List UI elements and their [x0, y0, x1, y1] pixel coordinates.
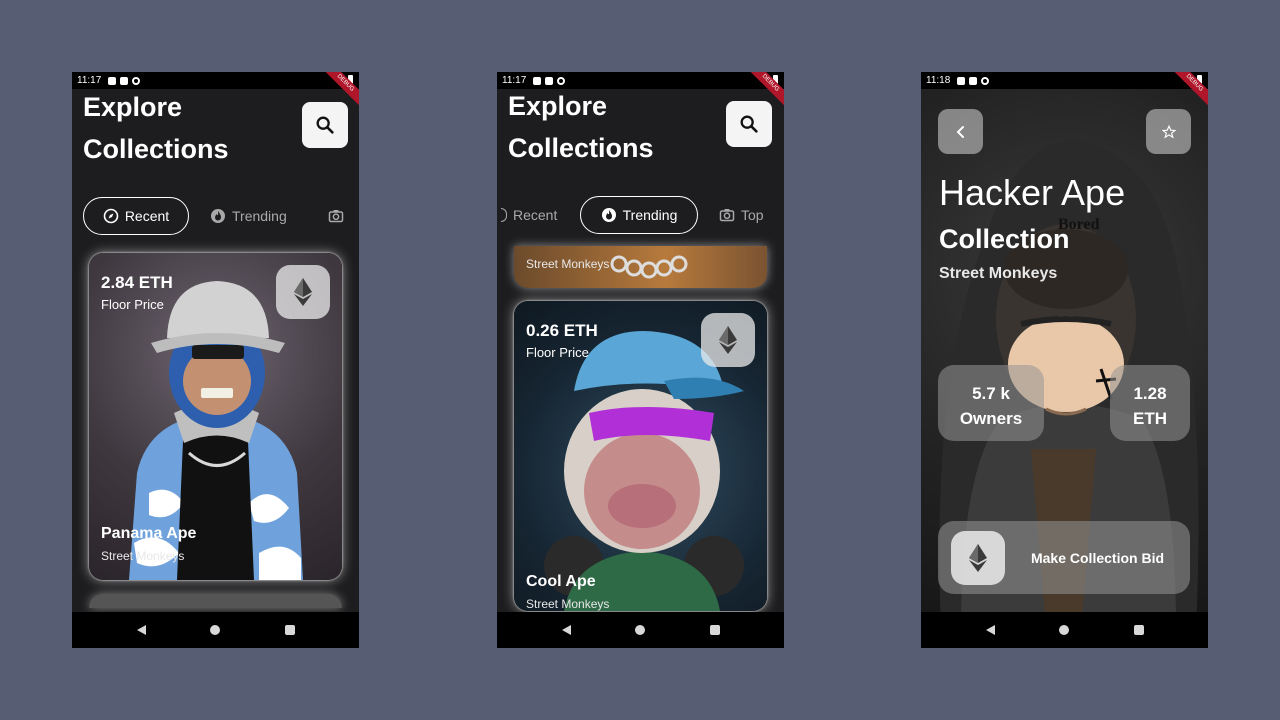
status-bar: 11:17	[497, 72, 784, 89]
floor-price-value: 0.26 ETH	[526, 321, 598, 340]
floor-price-label: Floor Price	[101, 297, 164, 312]
back-button[interactable]	[938, 109, 983, 154]
sync-icon	[981, 76, 990, 85]
page-title: Explore Collections	[508, 91, 654, 163]
owners-value: 5.7 k	[972, 384, 1010, 403]
sync-icon	[557, 76, 566, 85]
nav-back-icon[interactable]	[985, 625, 995, 635]
category-tabs: Recent Trending Top	[497, 195, 784, 235]
owners-label: Owners	[959, 409, 1023, 428]
search-icon	[740, 115, 758, 133]
make-bid-label: Make Collection Bid	[1030, 549, 1165, 566]
tab-top[interactable]: Top	[719, 196, 764, 234]
settings-icon	[957, 76, 966, 85]
floor-value: 1.28	[1133, 384, 1167, 403]
floor-price-value: 2.84 ETH	[101, 273, 173, 292]
phone-screen-recent: 11:17 DEBUG Explore Collections Recent T…	[72, 72, 359, 648]
floor-price-label: Floor Price	[526, 345, 589, 360]
detail-title: Hacker Ape	[939, 172, 1126, 213]
camera-icon	[719, 209, 735, 222]
nft-name: Cool Ape	[526, 573, 596, 590]
ethereum-icon	[719, 326, 737, 354]
android-nav-bar	[921, 612, 1208, 648]
status-time: 11:17	[77, 75, 102, 86]
tab-top[interactable]	[328, 197, 344, 235]
nav-home-icon[interactable]	[210, 625, 220, 635]
page-title: Explore Collections	[83, 92, 229, 164]
nft-collection: Street Monkeys	[101, 549, 185, 563]
search-button[interactable]	[302, 102, 348, 148]
next-card-peek	[89, 594, 342, 608]
tab-trending[interactable]: Trending	[580, 196, 698, 234]
nav-recents-icon[interactable]	[284, 625, 295, 635]
eth-chip[interactable]	[701, 313, 755, 367]
sim-icon	[969, 76, 978, 85]
phone-screen-trending: 11:17 DEBUG Explore Collections Recent T…	[497, 72, 784, 648]
collection-card[interactable]: 0.26 ETH Floor Price Cool Ape Street Mon…	[514, 301, 767, 611]
status-time: 11:18	[926, 75, 951, 86]
search-button[interactable]	[726, 101, 772, 147]
compass-icon	[103, 208, 119, 224]
nft-collection: Street Monkeys	[526, 597, 610, 611]
nav-home-icon[interactable]	[1059, 625, 1069, 635]
sync-icon	[132, 76, 141, 85]
ethereum-icon	[969, 543, 987, 572]
nft-name: Panama Ape	[101, 525, 197, 542]
tab-recent[interactable]: Recent	[83, 197, 189, 235]
settings-icon	[533, 76, 542, 85]
detail-subtitle: Collection	[939, 224, 1070, 254]
collection-card[interactable]: 2.84 ETH Floor Price Panama Ape Street M…	[89, 253, 342, 580]
tab-trending[interactable]: Trending	[210, 197, 287, 235]
compass-icon	[501, 208, 507, 222]
owners-stat: 5.7 k Owners	[938, 365, 1044, 441]
floor-stat: 1.28 ETH	[1110, 365, 1190, 441]
nav-recents-icon[interactable]	[709, 625, 720, 635]
status-bar: 11:17	[72, 72, 359, 89]
sim-icon	[545, 76, 554, 85]
nav-recents-icon[interactable]	[1133, 625, 1144, 635]
eth-chip	[951, 530, 1005, 585]
flame-icon	[211, 209, 225, 223]
eth-chip[interactable]	[276, 265, 330, 319]
previous-card[interactable]: Street Monkeys	[514, 246, 767, 288]
nft-collection: Street Monkeys	[526, 257, 610, 271]
android-nav-bar	[72, 612, 359, 648]
nav-back-icon[interactable]	[136, 625, 146, 635]
sim-icon	[120, 76, 129, 85]
ethereum-icon	[294, 278, 312, 306]
tab-recent[interactable]: Recent	[501, 196, 557, 234]
status-bar: 11:18	[921, 72, 1208, 89]
favorite-button[interactable]	[1146, 109, 1191, 154]
flame-icon	[601, 208, 616, 222]
settings-icon	[108, 76, 117, 85]
make-bid-button[interactable]: Make Collection Bid	[938, 521, 1190, 594]
nav-home-icon[interactable]	[635, 625, 645, 635]
search-icon	[316, 116, 334, 134]
category-tabs: Recent Trending	[72, 196, 359, 236]
android-nav-bar	[497, 612, 784, 648]
floor-unit: ETH	[1133, 409, 1167, 428]
nav-back-icon[interactable]	[561, 625, 571, 635]
phone-screen-detail: 11:18 DEBUG Bored Hacker Ape Collection …	[921, 72, 1208, 648]
detail-collection: Street Monkeys	[939, 265, 1058, 282]
status-time: 11:17	[502, 75, 527, 86]
star-icon	[1161, 124, 1176, 139]
chevron-left-icon	[956, 125, 964, 138]
camera-icon	[328, 210, 344, 223]
